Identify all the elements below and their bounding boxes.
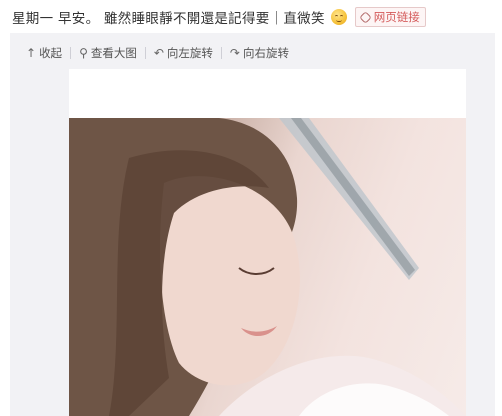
smile-emoji-icon	[330, 9, 347, 25]
rotate-right-label: 向右旋转	[242, 46, 289, 60]
rotate-right-icon: ↷	[229, 46, 240, 60]
collapse-button[interactable]: ↑ 收起	[26, 45, 62, 61]
collapse-label: 收起	[39, 46, 63, 60]
view-large-label: 查看大图	[90, 46, 137, 60]
rotate-left-icon: ↶	[153, 46, 164, 60]
rotate-left-label: 向左旋转	[166, 46, 213, 60]
photo-frame	[69, 69, 466, 416]
arrow-up-icon: ↑	[26, 46, 37, 60]
web-link-label: 网页链接	[373, 10, 420, 24]
photo-illustration	[69, 118, 466, 416]
image-toolbar: ↑ 收起 ⚲ 查看大图 ↶ 向左旋转 ↷ 向右旋转	[26, 42, 289, 64]
search-icon: ⚲	[79, 46, 88, 60]
rotate-left-button[interactable]: ↶ 向左旋转	[154, 45, 213, 61]
toolbar-divider	[70, 47, 72, 59]
link-icon	[358, 10, 372, 24]
web-link-button[interactable]: 网页链接	[354, 7, 426, 27]
toolbar-divider	[220, 47, 222, 59]
toolbar-divider	[144, 47, 146, 59]
post-photo[interactable]	[69, 118, 466, 416]
media-panel: ↑ 收起 ⚲ 查看大图 ↶ 向左旋转 ↷ 向右旋转	[10, 33, 495, 416]
post-text: 星期一 早安。 雖然睡眼靜不開還是記得要｜直微笑	[12, 11, 325, 27]
rotate-right-button[interactable]: ↷ 向右旋转	[230, 45, 289, 61]
post-text-row: 星期一 早安。 雖然睡眼靜不開還是記得要｜直微笑 网页链接	[12, 6, 502, 28]
view-large-button[interactable]: ⚲ 查看大图	[79, 45, 137, 61]
